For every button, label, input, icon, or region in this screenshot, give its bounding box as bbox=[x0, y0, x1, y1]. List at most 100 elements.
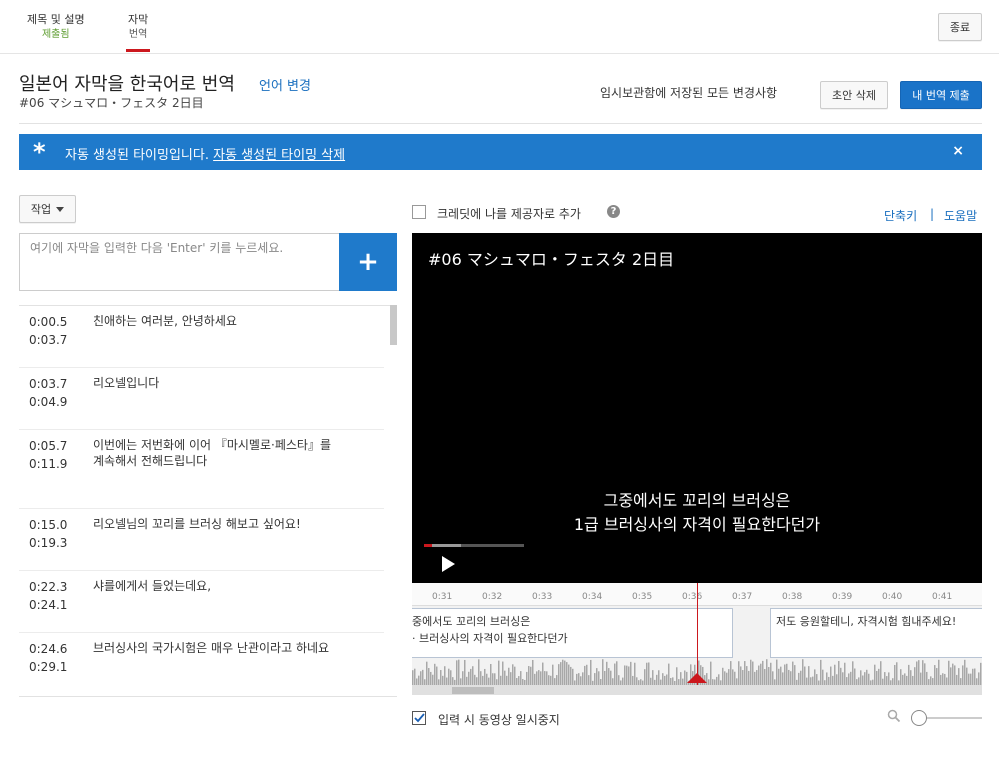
timeline-tick-label: 0:34 bbox=[582, 592, 603, 602]
waveform-bar bbox=[506, 675, 508, 685]
timeline-tick-label: 0:31 bbox=[432, 592, 453, 602]
waveform-bar bbox=[766, 659, 768, 685]
waveform-bar bbox=[738, 661, 740, 685]
asterisk-icon: * bbox=[33, 138, 46, 166]
waveform-bar bbox=[934, 665, 936, 685]
caption-list-scrollbar[interactable] bbox=[390, 305, 397, 345]
waveform-bar bbox=[754, 671, 756, 685]
caption-text: 친애하는 여러분, 안녕하세요 bbox=[93, 314, 237, 328]
tab-title-description[interactable]: 제목 및 설명 제출됨 bbox=[27, 12, 85, 42]
timeline-caption-block[interactable]: 저도 응원할테니, 자격시험 힘내주세요! bbox=[770, 608, 982, 658]
credit-label: 크레딧에 나를 제공자로 추가 bbox=[437, 207, 581, 221]
waveform-bar bbox=[794, 665, 796, 685]
waveform-bar bbox=[668, 663, 670, 685]
waveform-bar bbox=[826, 672, 828, 685]
waveform-bar bbox=[484, 668, 486, 685]
caption-input[interactable]: 여기에 자막을 입력한 다음 'Enter' 키를 누르세요. bbox=[19, 233, 340, 291]
waveform-bar bbox=[894, 664, 896, 685]
waveform-bar bbox=[550, 675, 552, 685]
waveform-bar bbox=[950, 667, 952, 685]
waveform-bar bbox=[490, 663, 492, 685]
timeline-scroll-thumb[interactable] bbox=[452, 687, 494, 694]
caption-timeline[interactable]: 0:31 0:32 0:33 0:34 0:35 0:36 0:37 0:38 0:39 0:40… bbox=[412, 583, 982, 695]
video-player[interactable]: #06 マシュマロ・フェスタ 2日目 그중에서도 꼬리의 브러싱은 1급 브러싱… bbox=[412, 233, 982, 583]
waveform-bar bbox=[878, 668, 880, 685]
waveform-bar bbox=[412, 670, 414, 685]
waveform-bar bbox=[466, 676, 468, 685]
pause-while-typing-checkbox[interactable] bbox=[412, 711, 426, 725]
help-link[interactable]: 도움말 bbox=[944, 207, 977, 224]
waveform-bar bbox=[834, 664, 836, 685]
waveform-bar bbox=[820, 659, 822, 685]
waveform-bar bbox=[846, 677, 848, 685]
waveform-bar bbox=[464, 659, 466, 685]
waveform-bar bbox=[658, 670, 660, 685]
waveform-bar bbox=[782, 672, 784, 685]
caption-list: 0:00.5 0:03.7 친애하는 여러분, 안녕하세요 0:03.7 0:04.… bbox=[19, 305, 397, 697]
waveform-bar bbox=[946, 677, 948, 685]
waveform-bar bbox=[814, 669, 816, 685]
waveform-bar bbox=[888, 672, 890, 685]
waveform-bar bbox=[614, 663, 616, 685]
caption-row[interactable]: 0:05.7 0:11.9 이번에는 저번화에 이어 『마시멜로·페스타』를 계속… bbox=[19, 430, 384, 509]
waveform-bar bbox=[542, 662, 544, 685]
timeline-caption-block[interactable]: 중에서도 꼬리의 브러싱은 · 브러싱사의 자격이 필요한다던가 bbox=[412, 608, 733, 658]
submit-translation-button[interactable]: 내 번역 제출 bbox=[900, 81, 982, 109]
waveform-bar bbox=[452, 677, 454, 685]
playhead-handle-icon[interactable] bbox=[687, 673, 707, 683]
waveform-bar bbox=[910, 670, 912, 685]
caption-row[interactable]: 0:22.3 0:24.1 샤를에게서 들었는데요, bbox=[19, 571, 384, 633]
caption-row[interactable]: 0:24.6 0:29.1 브러싱사의 국가시험은 매우 난관이라고 하네요 bbox=[19, 633, 384, 696]
zoom-slider-handle[interactable] bbox=[911, 710, 927, 726]
caption-row[interactable]: 0:00.5 0:03.7 친애하는 여러분, 안녕하세요 bbox=[19, 306, 384, 368]
video-progress-bar[interactable] bbox=[424, 544, 524, 547]
timeline-block-line-1: 중에서도 꼬리의 브러싱은 bbox=[412, 615, 531, 628]
waveform-bar bbox=[548, 675, 550, 685]
close-editor-button[interactable]: 종료 bbox=[938, 13, 982, 41]
waveform-bar bbox=[930, 676, 932, 685]
actions-dropdown[interactable]: 작업 bbox=[19, 195, 76, 223]
timeline-scrollbar[interactable] bbox=[412, 685, 982, 695]
change-language-link[interactable]: 언어 변경 bbox=[259, 75, 311, 94]
keyboard-shortcuts-link[interactable]: 단축키 bbox=[884, 207, 917, 224]
waveform-bar bbox=[944, 673, 946, 685]
waveform-bar bbox=[474, 674, 476, 685]
caption-start: 0:24.6 bbox=[29, 642, 68, 656]
waveform-bar bbox=[904, 673, 906, 685]
waveform-bar bbox=[842, 672, 844, 685]
waveform-bar bbox=[532, 659, 534, 685]
waveform-bar bbox=[538, 670, 540, 685]
delete-auto-timing-link[interactable]: 자동 생성된 타이밍 삭제 bbox=[213, 148, 345, 163]
waveform-bar bbox=[724, 671, 726, 685]
tab-subtitles[interactable]: 자막 번역 bbox=[126, 12, 151, 52]
waveform-bar bbox=[812, 676, 814, 685]
waveform-bar bbox=[530, 666, 532, 685]
caption-row[interactable]: 0:03.7 0:04.9 리오넬입니다 bbox=[19, 368, 384, 430]
waveform-bar bbox=[762, 660, 764, 685]
waveform-bar bbox=[430, 671, 432, 685]
timeline-playhead[interactable] bbox=[697, 583, 698, 685]
discard-draft-button[interactable]: 초안 삭제 bbox=[820, 81, 888, 109]
close-icon[interactable]: × bbox=[952, 143, 964, 159]
waveform-bar bbox=[566, 662, 568, 685]
waveform-bar bbox=[978, 672, 980, 685]
waveform-bar bbox=[860, 670, 862, 685]
actions-dropdown-label: 작업 bbox=[30, 203, 52, 216]
waveform-bar bbox=[576, 673, 578, 685]
timeline-tick-label: 0:40 bbox=[882, 592, 903, 602]
waveform-bar bbox=[636, 677, 638, 685]
waveform-bar bbox=[514, 666, 516, 685]
credit-checkbox[interactable] bbox=[412, 205, 426, 219]
waveform-bar bbox=[680, 672, 682, 685]
header-divider bbox=[19, 123, 982, 124]
play-icon[interactable] bbox=[442, 556, 455, 572]
caption-end: 0:04.9 bbox=[29, 395, 68, 409]
add-caption-button[interactable]: + bbox=[339, 233, 397, 291]
waveform-bar bbox=[628, 666, 630, 685]
help-question-icon[interactable]: ? bbox=[607, 205, 620, 218]
waveform-bar bbox=[970, 673, 972, 685]
caption-row[interactable]: 0:15.0 0:19.3 리오넬님의 꼬리를 브러싱 해보고 싶어요! bbox=[19, 509, 384, 571]
waveform-bar bbox=[722, 667, 724, 685]
waveform-bar bbox=[544, 671, 546, 685]
waveform-bar bbox=[432, 674, 434, 685]
